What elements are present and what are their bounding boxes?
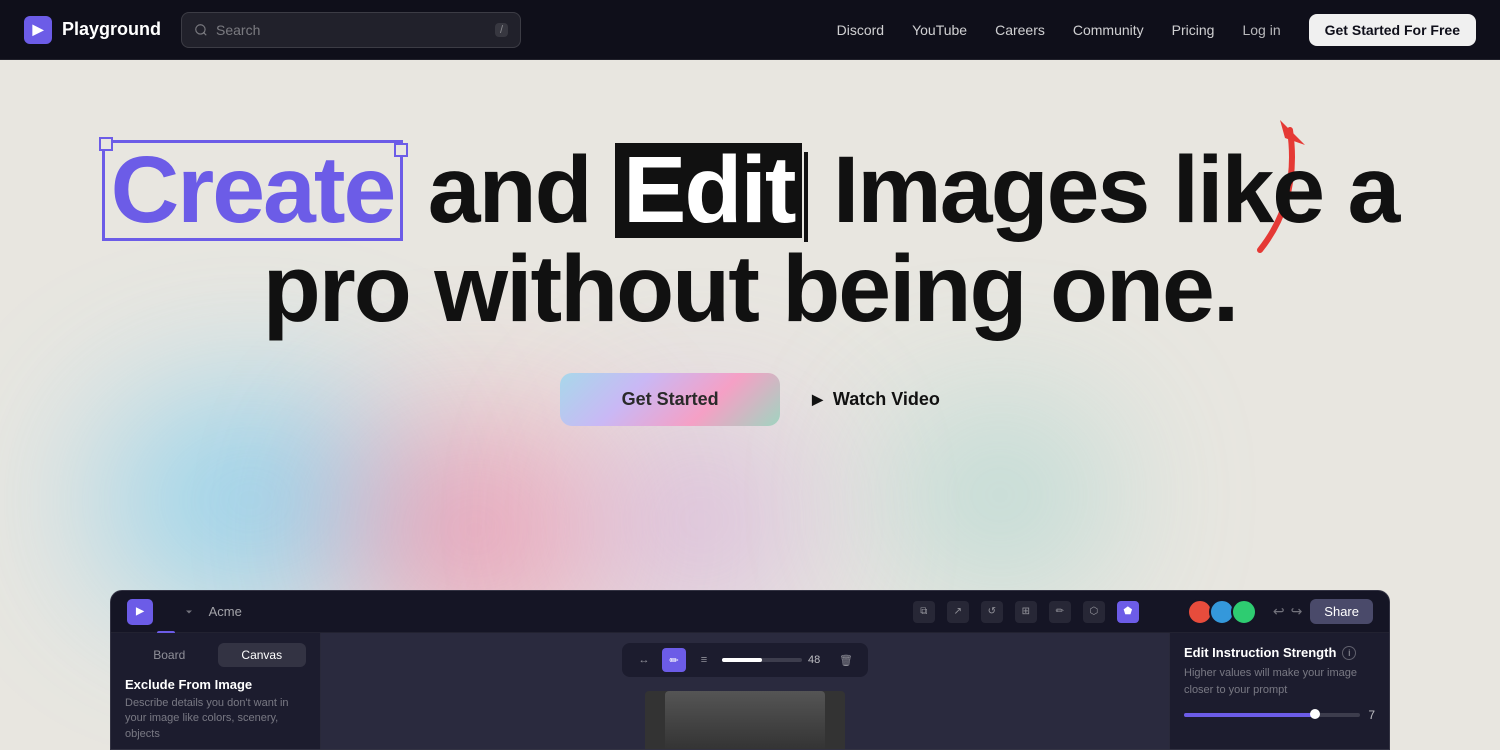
- blob-green: [900, 420, 1100, 570]
- nav-link-discord[interactable]: Discord: [837, 22, 884, 38]
- dropdown-icon: [183, 606, 195, 618]
- app-topbar: ▶ pro Acme ⧉ ↗ ↺ ⊞ ✏ ⬡ ⬟ ↩ ↪ Sha: [111, 591, 1389, 633]
- canvas-tool-arrow[interactable]: ↔: [632, 648, 656, 672]
- canvas-toolbar: ↔ ✏ ≡ 48 🗑: [622, 643, 868, 677]
- right-panel-title: Edit Instruction Strength i: [1184, 645, 1375, 660]
- info-icon[interactable]: i: [1342, 646, 1356, 660]
- play-icon: ▶: [812, 391, 823, 408]
- topbar-duplicate-icon[interactable]: ⧉: [913, 601, 935, 623]
- sidebar-tab-board[interactable]: Board: [125, 643, 214, 667]
- headline-edit-wrapper: Edit: [615, 143, 808, 242]
- app-sidebar: Board Canvas Exclude From Image Describe…: [111, 633, 321, 750]
- headline-line2: pro without being one.: [263, 236, 1237, 342]
- canvas-slider-fill: [722, 658, 762, 662]
- headline-and: and: [428, 137, 615, 243]
- right-panel-title-text: Edit Instruction Strength: [1184, 645, 1336, 660]
- app-topbar-icons: ⧉ ↗ ↺ ⊞ ✏ ⬡ ⬟: [913, 601, 1139, 623]
- watch-video-label: Watch Video: [833, 389, 940, 410]
- hero-headline: Create and Edit Images like a pro withou…: [62, 140, 1439, 337]
- nav-link-community[interactable]: Community: [1073, 22, 1144, 38]
- search-shortcut: /: [495, 23, 508, 37]
- hero-section: Create and Edit Images like a pro withou…: [0, 60, 1500, 750]
- right-panel-desc: Higher values will make your image close…: [1184, 665, 1375, 698]
- undo-redo-controls: ↩ ↪: [1273, 603, 1302, 620]
- canvas-tool-align[interactable]: ≡: [692, 648, 716, 672]
- topbar-pen-icon[interactable]: ✏: [1049, 601, 1071, 623]
- canvas-image: [665, 691, 825, 750]
- text-cursor: [804, 152, 808, 242]
- headline-rest: Images like a: [833, 137, 1398, 243]
- sidebar-tab-canvas[interactable]: Canvas: [218, 643, 307, 667]
- undo-icon[interactable]: ↩: [1273, 603, 1285, 620]
- nav-link-youtube[interactable]: YouTube: [912, 22, 967, 38]
- rp-slider-fill: [1184, 713, 1316, 717]
- navbar: ▶ Playground / Discord YouTube Careers C…: [0, 0, 1500, 60]
- sidebar-section-title: Exclude From Image: [125, 677, 306, 692]
- topbar-frame-icon[interactable]: ⊞: [1015, 601, 1037, 623]
- app-canvas: ↔ ✏ ≡ 48 🗑: [321, 633, 1169, 750]
- app-logo-small: ▶: [127, 599, 153, 625]
- search-container: /: [181, 12, 521, 48]
- sidebar-tabs: Board Canvas: [125, 643, 306, 667]
- avatar-3: [1231, 599, 1257, 625]
- topbar-bucket-icon[interactable]: ⬡: [1083, 601, 1105, 623]
- topbar-rotate-icon[interactable]: ↺: [981, 601, 1003, 623]
- watch-video-button[interactable]: ▶ Watch Video: [812, 389, 940, 410]
- app-user-avatars: [1187, 599, 1257, 625]
- search-icon: [194, 23, 208, 37]
- logo-icon: ▶: [24, 16, 52, 44]
- canvas-tool-brush[interactable]: ✏: [662, 648, 686, 672]
- topbar-arrow-icon[interactable]: ↗: [947, 601, 969, 623]
- app-right-panel: Edit Instruction Strength i Higher value…: [1169, 633, 1389, 750]
- app-preview: ▶ pro Acme ⧉ ↗ ↺ ⊞ ✏ ⬡ ⬟ ↩ ↪ Sha: [110, 590, 1390, 750]
- nav-logo[interactable]: ▶ Playground: [24, 16, 161, 44]
- blob-purple: [600, 430, 800, 610]
- nav-link-careers[interactable]: Careers: [995, 22, 1045, 38]
- nav-login-link[interactable]: Log in: [1242, 22, 1280, 38]
- nav-cta-button[interactable]: Get Started For Free: [1309, 14, 1476, 46]
- nav-logo-text: Playground: [62, 19, 161, 40]
- canvas-tool-delete[interactable]: 🗑: [834, 648, 858, 672]
- canvas-thumbnail: [645, 691, 845, 750]
- canvas-slider-value: 48: [808, 654, 828, 666]
- app-name-label: Acme: [209, 604, 242, 619]
- headline-edit: Edit: [615, 143, 802, 238]
- right-panel-slider: 7: [1184, 708, 1375, 722]
- canvas-slider-container: [722, 658, 802, 662]
- search-input[interactable]: [216, 22, 487, 38]
- get-started-button[interactable]: Get Started: [560, 373, 780, 426]
- topbar-brush-icon[interactable]: ⬟: [1117, 601, 1139, 623]
- hero-buttons: Get Started ▶ Watch Video: [560, 373, 940, 426]
- nav-links: Discord YouTube Careers Community Pricin…: [837, 14, 1476, 46]
- headline-create: Create: [102, 140, 404, 241]
- rp-slider-thumb: [1310, 709, 1320, 719]
- redo-icon[interactable]: ↪: [1291, 603, 1303, 620]
- app-content: Board Canvas Exclude From Image Describe…: [111, 633, 1389, 750]
- sidebar-section-desc: Describe details you don't want in your …: [125, 696, 306, 742]
- share-button[interactable]: Share: [1310, 599, 1373, 624]
- rp-slider-track[interactable]: [1184, 713, 1360, 717]
- nav-link-pricing[interactable]: Pricing: [1172, 22, 1215, 38]
- rp-slider-value: 7: [1368, 708, 1375, 722]
- canvas-slider-track[interactable]: [722, 658, 802, 662]
